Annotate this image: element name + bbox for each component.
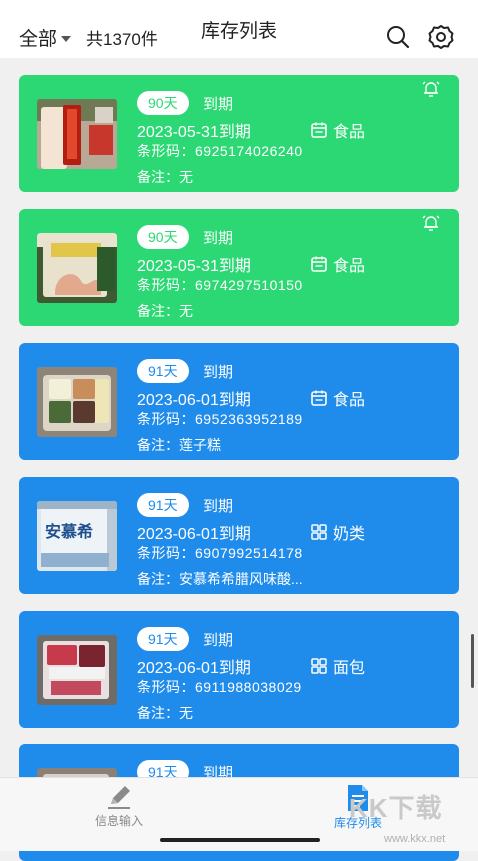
product-thumbnail: 安慕希	[37, 501, 117, 571]
tab-info-input[interactable]: 信息输入	[59, 784, 179, 829]
inventory-card[interactable]: 91天 到期 2023-06-01到期 食品 条形码：6952363952189…	[19, 343, 459, 460]
scrollbar[interactable]	[471, 634, 474, 688]
watermark-url: www.kkx.net	[384, 833, 446, 845]
note-text: 备注：无	[137, 705, 193, 721]
watermark-logo: KK下载	[349, 793, 443, 823]
category-tag: 食品	[310, 252, 365, 276]
inventory-card[interactable]: 90天 到期 2023-05-31到期 食品 条形码：6925174026240…	[19, 75, 459, 192]
note-text: 备注：无	[137, 303, 193, 319]
note-text: 备注：莲子糕	[137, 437, 221, 453]
calendar-icon	[311, 390, 327, 406]
category-label: 食品	[333, 124, 366, 141]
product-thumbnail	[37, 233, 117, 303]
calendar-icon	[311, 256, 327, 272]
days-remaining-badge: 90天	[137, 91, 189, 115]
search-icon[interactable]	[385, 24, 411, 50]
barcode-text: 条形码：6925174026240	[137, 143, 303, 159]
pencil-icon	[108, 786, 130, 809]
category-label: 面包	[333, 660, 366, 677]
days-remaining-badge: 90天	[137, 225, 189, 249]
app-header: 全部 共1370件 库存列表	[0, 0, 478, 58]
days-remaining-badge: 91天	[137, 493, 189, 517]
category-tag: 奶类	[310, 520, 365, 544]
calendar-icon	[311, 122, 327, 138]
product-thumbnail	[37, 635, 117, 705]
category-tag: 食品	[310, 118, 365, 142]
thumbnail-brand-text: 安慕希	[45, 522, 93, 541]
expiry-date: 2023-06-01到期	[137, 526, 251, 543]
expiry-date: 2023-06-01到期	[137, 392, 251, 409]
expire-label: 到期	[203, 230, 234, 247]
barcode-text: 条形码：6911988038029	[137, 679, 302, 695]
inventory-card[interactable]: 91天 到期 2023-06-01到期 面包 条形码：6911988038029…	[19, 611, 459, 728]
category-label: 食品	[333, 258, 366, 275]
expire-label: 到期	[203, 632, 234, 649]
note-text: 备注：无	[137, 169, 193, 185]
expiry-date: 2023-05-31到期	[137, 258, 251, 275]
expire-label: 到期	[203, 364, 234, 381]
product-thumbnail	[37, 99, 117, 169]
expire-label: 到期	[203, 498, 234, 515]
product-thumbnail	[37, 367, 117, 437]
inventory-card[interactable]: 90天 到期 2023-05-31到期 食品 条形码：6974297510150…	[19, 209, 459, 326]
tab-info-input-label: 信息输入	[94, 814, 143, 828]
category-label: 奶类	[333, 526, 366, 543]
inventory-card[interactable]: 安慕希 91天 到期 2023-06-01到期 奶类 条形码：690799251…	[19, 477, 459, 594]
barcode-text: 条形码：6907992514178	[137, 545, 303, 561]
settings-icon[interactable]	[428, 24, 454, 50]
category-tag: 面包	[310, 654, 365, 678]
note-text: 备注：安慕希希腊风味酸...	[137, 571, 303, 587]
grid-icon	[311, 658, 327, 674]
expire-label: 到期	[203, 96, 234, 113]
grid-icon	[311, 524, 327, 540]
bell-icon[interactable]	[421, 79, 441, 99]
expiry-date: 2023-06-01到期	[137, 660, 251, 677]
category-tag: 食品	[310, 386, 365, 410]
home-indicator[interactable]	[160, 838, 320, 842]
barcode-text: 条形码：6974297510150	[137, 277, 303, 293]
days-remaining-badge: 91天	[137, 359, 189, 383]
days-remaining-badge: 91天	[137, 627, 189, 651]
category-label: 食品	[333, 392, 366, 409]
bell-icon[interactable]	[421, 213, 441, 233]
expiry-date: 2023-05-31到期	[137, 124, 251, 141]
barcode-text: 条形码：6952363952189	[137, 411, 303, 427]
